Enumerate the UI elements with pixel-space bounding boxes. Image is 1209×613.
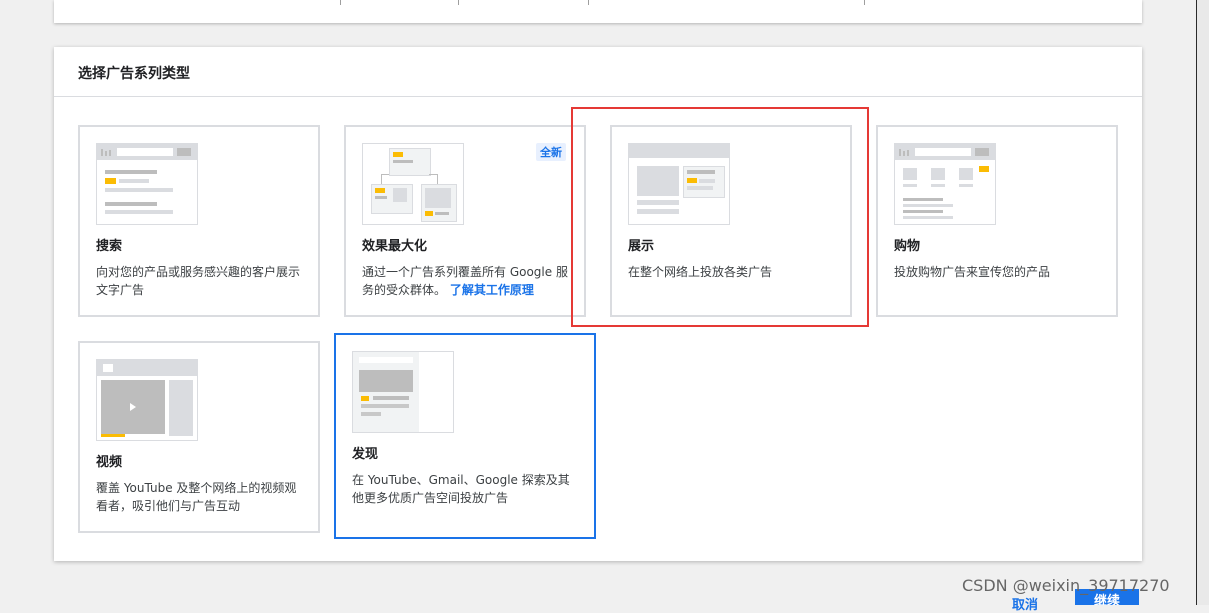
tile-video-name: 视频: [96, 455, 123, 470]
tile-performance-max[interactable]: 全新 效果最大化 通过一个广告系列覆盖所有 Google 服务的受众群体。 了解…: [344, 125, 586, 317]
scrollbar[interactable]: [1196, 0, 1209, 605]
tile-display-description: 在整个网络上投放各类广告: [628, 265, 773, 279]
learn-how-it-works-link[interactable]: 了解其工作原理: [450, 283, 534, 297]
divider-tick: [340, 0, 341, 5]
watermark: CSDN @weixin_39717270: [962, 576, 1170, 595]
tile-search-description: 向对您的产品或服务感兴趣的客户展示文字广告: [96, 265, 301, 297]
tile-shopping-name: 购物: [894, 239, 921, 254]
tile-performance-max-name: 效果最大化: [362, 239, 428, 254]
video-thumbnail-icon: [96, 359, 198, 441]
tile-performance-max-description: 通过一个广告系列覆盖所有 Google 服务的受众群体。 了解其工作原理: [362, 263, 570, 299]
tile-shopping[interactable]: 购物 投放购物广告来宣传您的产品: [876, 125, 1118, 317]
tile-discovery-name: 发现: [352, 447, 379, 462]
tile-video[interactable]: 视频 覆盖 YouTube 及整个网络上的视频观看者，吸引他们与广告互动: [78, 341, 320, 533]
shopping-thumbnail-icon: [894, 143, 996, 225]
discovery-thumbnail-icon: [352, 351, 454, 433]
title-divider: [54, 96, 1142, 97]
tile-discovery[interactable]: 发现 在 YouTube、Gmail、Google 探索及其他更多优质广告空间投…: [334, 333, 596, 539]
performance-max-thumbnail-icon: [362, 143, 464, 225]
tile-discovery-description: 在 YouTube、Gmail、Google 探索及其他更多优质广告空间投放广告: [352, 473, 570, 505]
divider-tick: [588, 0, 589, 5]
search-thumbnail-icon: [96, 143, 198, 225]
campaign-type-card: 选择广告系列类型 搜索 向对您的产品或服务感兴趣的客户展示文字广告 全新 效果最…: [54, 47, 1142, 561]
tile-search[interactable]: 搜索 向对您的产品或服务感兴趣的客户展示文字广告: [78, 125, 320, 317]
section-title: 选择广告系列类型: [78, 66, 190, 82]
cancel-button[interactable]: 取消: [1012, 594, 1038, 613]
tile-video-description: 覆盖 YouTube 及整个网络上的视频观看者，吸引他们与广告互动: [96, 481, 297, 513]
tile-search-name: 搜索: [96, 239, 123, 254]
display-thumbnail-icon: [628, 143, 730, 225]
divider-tick: [864, 0, 865, 5]
divider-tick: [458, 0, 459, 5]
tile-display[interactable]: 展示 在整个网络上投放各类广告: [610, 125, 852, 317]
tile-display-name: 展示: [628, 239, 655, 254]
tile-shopping-description: 投放购物广告来宣传您的产品: [894, 265, 1051, 279]
new-badge: 全新: [536, 143, 566, 161]
previous-card: [54, 0, 1142, 23]
